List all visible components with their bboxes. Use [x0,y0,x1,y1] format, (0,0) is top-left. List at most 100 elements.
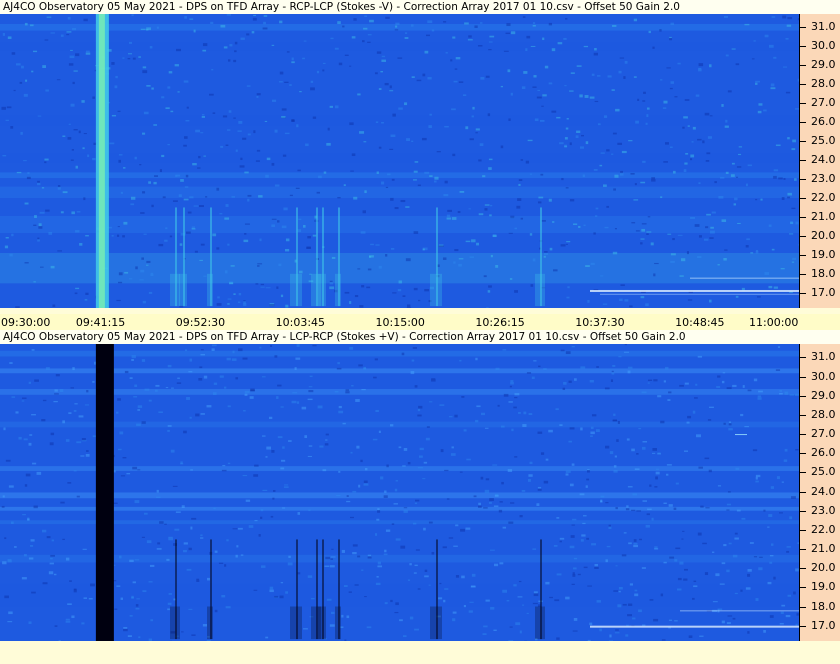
noise-speckle [271,224,276,228]
noise-speckle [284,248,290,252]
noise-speckle [745,587,751,590]
noise-speckle [624,344,627,346]
noise-speckle [216,187,220,191]
noise-speckle [8,485,14,488]
noise-speckle [60,34,64,37]
burst-glow [170,606,180,640]
noise-speckle [458,258,464,260]
noise-speckle [180,461,183,465]
noise-speckle [566,240,571,243]
noise-speckle [510,215,515,219]
frequency-band [0,252,799,284]
noise-speckle [60,211,64,214]
noise-speckle [346,615,350,619]
noise-speckle [384,82,389,86]
noise-speckle [227,298,232,300]
noise-speckle [712,601,718,603]
noise-speckle [392,292,397,294]
noise-speckle [198,205,204,208]
noise-speckle [272,497,275,500]
noise-speckle [468,35,472,38]
noise-speckle [384,490,387,493]
noise-speckle [140,212,145,214]
noise-speckle [533,593,539,597]
noise-speckle [629,305,633,308]
noise-speckle [330,556,336,558]
noise-speckle [699,635,704,637]
noise-speckle [281,115,286,119]
bright-band-core [98,14,105,308]
noise-speckle [617,604,622,608]
noise-speckle [769,44,774,48]
freq-tick-label: 24.0 [811,484,836,498]
noise-speckle [274,595,279,598]
noise-speckle [76,211,81,213]
noise-speckle [452,36,456,39]
noise-speckle [271,162,275,166]
noise-speckle [73,129,78,131]
noise-speckle [123,626,128,629]
noise-speckle [402,635,407,638]
noise-speckle [708,469,712,473]
noise-speckle [243,303,247,306]
noise-speckle [291,57,294,61]
noise-speckle [3,427,6,431]
noise-speckle [141,536,145,538]
noise-speckle [260,286,265,288]
noise-speckle [53,573,57,576]
noise-speckle [662,107,667,109]
noise-speckle [770,83,775,87]
noise-speckle [348,591,352,593]
noise-speckle [282,154,287,157]
noise-speckle [697,355,703,358]
freq-tick-label: 30.0 [811,369,836,383]
noise-speckle [652,452,656,454]
noise-speckle [155,384,160,387]
noise-speckle [596,366,599,368]
noise-speckle [596,75,601,77]
noise-speckle [735,467,740,470]
burst-glow [207,273,213,307]
noise-speckle [276,286,279,289]
frequency-band [0,172,799,179]
noise-speckle [358,364,363,367]
noise-speckle [262,376,266,378]
noise-speckle [111,235,114,237]
noise-speckle [780,268,785,270]
noise-speckle [728,423,732,426]
noise-speckle [242,357,248,360]
noise-speckle [453,80,458,83]
noise-speckle [284,81,289,83]
noise-speckle [111,114,117,117]
noise-speckle [92,435,97,438]
noise-speckle [679,384,684,387]
noise-speckle [450,59,453,62]
noise-speckle [141,257,144,260]
noise-speckle [454,249,459,252]
noise-speckle [693,585,698,588]
noise-speckle [579,493,585,496]
noise-speckle [719,583,725,585]
noise-speckle [668,391,672,394]
noise-speckle [28,381,31,384]
noise-speckle [440,449,444,453]
noise-speckle [597,123,601,126]
noise-speckle [72,81,75,85]
noise-speckle [526,612,529,614]
noise-speckle [641,567,646,569]
noise-speckle [143,111,149,115]
noise-speckle [395,480,398,482]
noise-speckle [118,159,121,163]
noise-speckle [614,632,620,634]
freq-tick-label: 20.0 [811,228,836,242]
noise-speckle [394,29,399,31]
noise-speckle [446,217,451,220]
noise-speckle [457,210,461,214]
noise-speckle [30,539,35,542]
noise-speckle [122,457,127,459]
noise-speckle [325,433,329,436]
noise-speckle [367,554,372,557]
noise-speckle [291,61,295,64]
noise-speckle [709,299,712,303]
noise-speckle [794,178,797,181]
